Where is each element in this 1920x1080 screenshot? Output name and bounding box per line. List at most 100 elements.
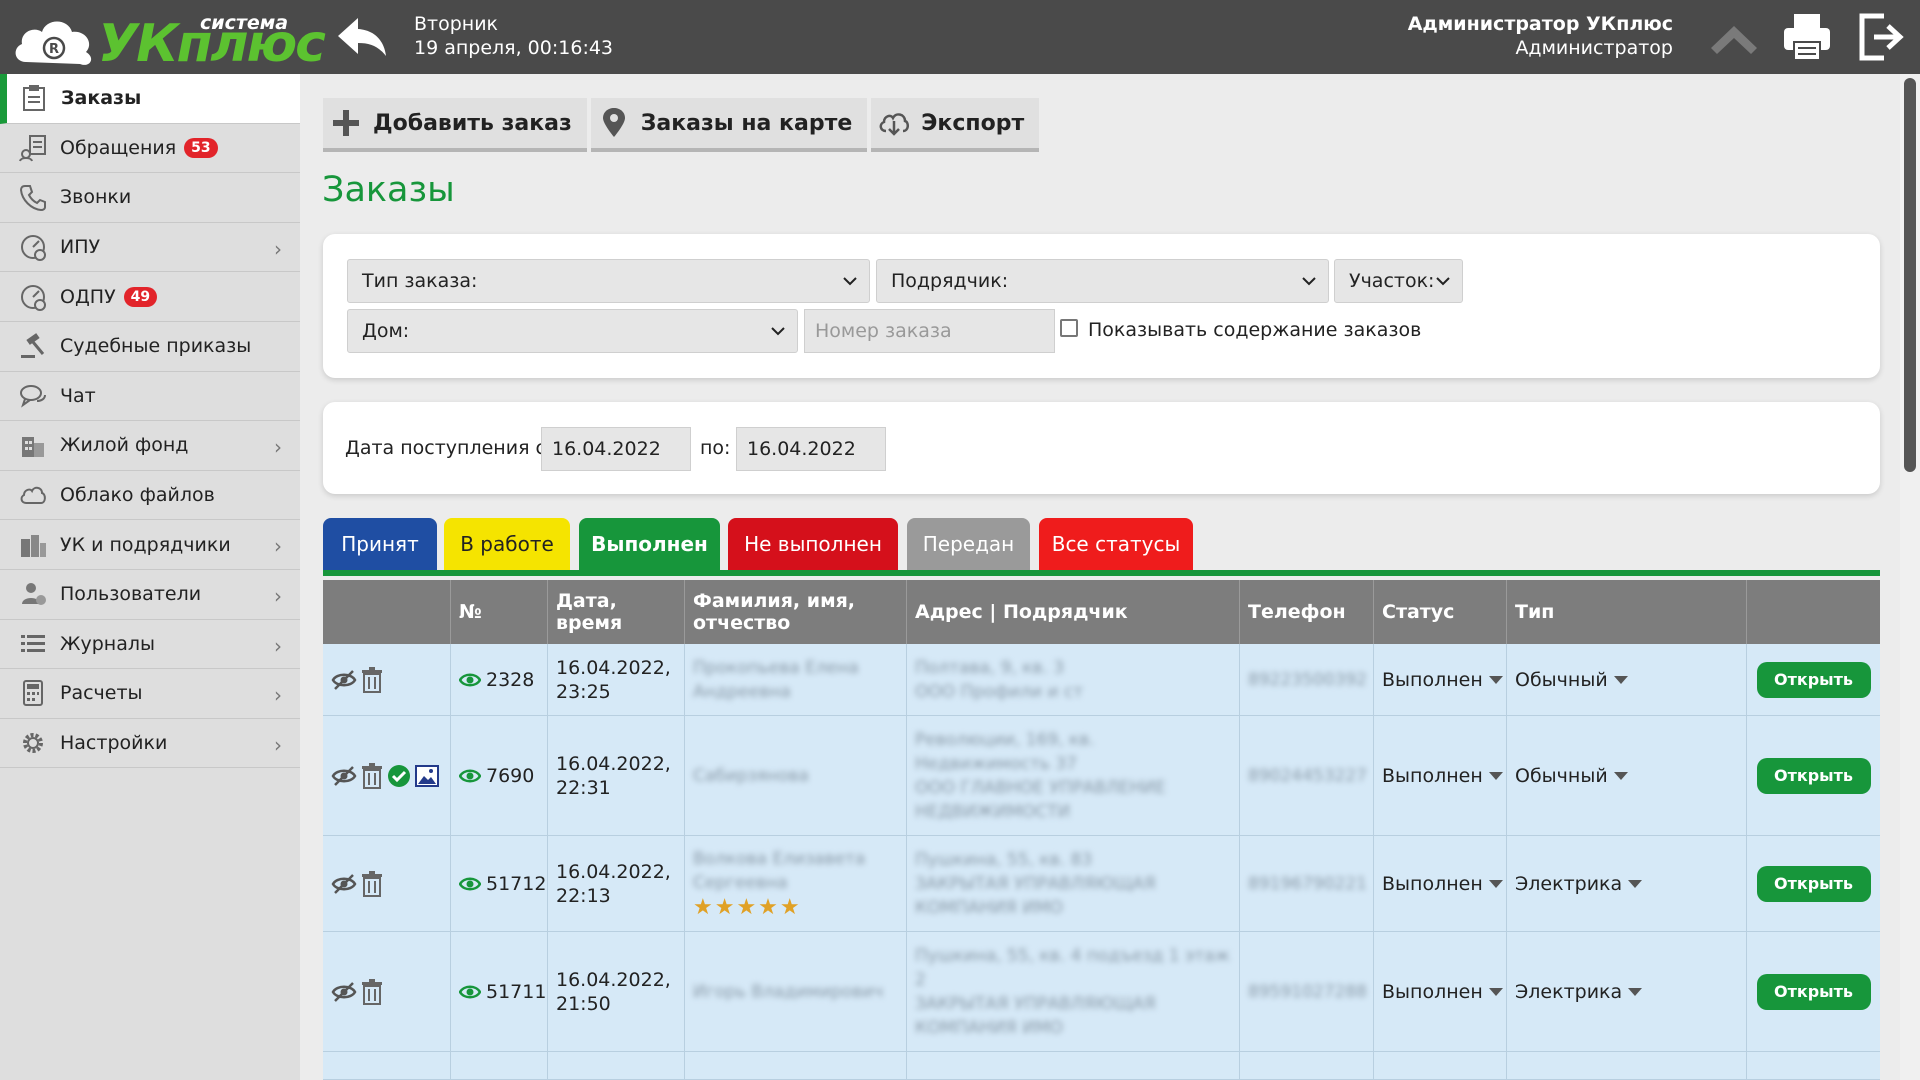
type-dropdown[interactable]: Электрика xyxy=(1515,873,1643,895)
tab-accepted[interactable]: Принят xyxy=(323,518,437,570)
sidebar-item-companies[interactable]: УК и подрядчики › xyxy=(0,520,300,570)
request-icon xyxy=(18,133,48,163)
check-circle-icon[interactable] xyxy=(387,764,411,788)
orders-map-button[interactable]: Заказы на карте xyxy=(590,98,868,152)
hide-eye-icon[interactable] xyxy=(331,981,357,1003)
area-label: Участок: xyxy=(1349,270,1435,292)
user-info[interactable]: Администратор УКплюс Администратор xyxy=(1408,12,1673,60)
status-dropdown[interactable]: Выполнен xyxy=(1382,873,1503,895)
type-dropdown[interactable]: Обычный xyxy=(1515,669,1628,691)
house-select[interactable]: Дом: xyxy=(347,309,798,353)
sidebar-item-ipu[interactable]: ИПУ › xyxy=(0,223,300,273)
hide-eye-icon[interactable] xyxy=(331,873,357,895)
sidebar-item-settings[interactable]: Настройки › xyxy=(0,719,300,769)
column-header-number[interactable]: № xyxy=(451,580,548,644)
sidebar-item-requests[interactable]: Обращения 53 xyxy=(0,124,300,174)
sidebar-item-chat[interactable]: Чат xyxy=(0,372,300,422)
sidebar-item-court-orders[interactable]: Судебные приказы xyxy=(0,322,300,372)
type-value: Обычный xyxy=(1515,668,1608,691)
status-tabs: Принят В работе Выполнен Не выполнен Пер… xyxy=(323,518,1880,576)
back-arrow-icon[interactable] xyxy=(336,14,388,60)
name-cell: Волкова Елизавета Сергеевна ★★★★★ xyxy=(685,836,907,931)
column-header-phone[interactable]: Телефон xyxy=(1240,580,1374,644)
status-dropdown[interactable]: Выполнен xyxy=(1382,765,1503,787)
page-scrollbar[interactable] xyxy=(1900,74,1920,1080)
caret-down-icon xyxy=(1488,879,1503,888)
open-order-button[interactable]: Открыть xyxy=(1756,865,1871,902)
status-dropdown[interactable]: Выполнен xyxy=(1382,669,1503,691)
gear-icon xyxy=(18,728,48,758)
view-eye-icon[interactable] xyxy=(459,768,481,784)
date-from-input[interactable]: 16.04.2022 xyxy=(541,427,691,471)
sidebar-item-users[interactable]: Пользователи › xyxy=(0,570,300,620)
gavel-icon xyxy=(18,331,48,361)
sidebar-item-label: Жилой фонд xyxy=(60,434,189,457)
current-date: Вторник 19 апреля, 00:16:43 xyxy=(414,12,613,60)
contractor-select[interactable]: Подрядчик: xyxy=(876,259,1329,303)
trash-icon[interactable] xyxy=(361,666,383,693)
sidebar-item-housing[interactable]: Жилой фонд › xyxy=(0,421,300,471)
type-dropdown[interactable]: Обычный xyxy=(1515,765,1628,787)
meter-icon xyxy=(18,232,48,262)
calculator-icon xyxy=(18,678,48,708)
address-text: Полтава, 9, кв. 3 xyxy=(915,657,1065,678)
type-value: Электрика xyxy=(1515,980,1623,1003)
address-cell: Полтава, 9, кв. 3 ООО Профили и ст xyxy=(907,644,1240,715)
view-eye-icon[interactable] xyxy=(459,984,481,1000)
image-icon[interactable] xyxy=(415,764,439,788)
view-eye-icon[interactable] xyxy=(459,672,481,688)
column-header-datetime[interactable]: Дата, время xyxy=(548,580,685,644)
caret-down-icon xyxy=(1488,771,1503,780)
status-dropdown[interactable]: Выполнен xyxy=(1382,981,1503,1003)
tab-transferred[interactable]: Передан xyxy=(907,518,1030,570)
open-cell xyxy=(1747,1052,1880,1079)
order-number-input[interactable]: Номер заказа xyxy=(804,309,1055,353)
sidebar-item-file-cloud[interactable]: Облако файлов xyxy=(0,471,300,521)
tab-completed[interactable]: Выполнен xyxy=(579,518,720,570)
order-type-select[interactable]: Тип заказа: xyxy=(347,259,870,303)
hide-eye-icon[interactable] xyxy=(331,669,357,691)
tab-not-completed[interactable]: Не выполнен xyxy=(728,518,898,570)
open-order-button[interactable]: Открыть xyxy=(1756,661,1871,698)
app-logo[interactable]: R система УКплюс xyxy=(12,6,326,70)
area-select[interactable]: Участок: xyxy=(1334,259,1463,303)
trash-icon[interactable] xyxy=(361,762,383,789)
hide-eye-icon[interactable] xyxy=(331,765,357,787)
column-header-address[interactable]: Адрес | Подрядчик xyxy=(907,580,1240,644)
open-order-button[interactable]: Открыть xyxy=(1756,973,1871,1010)
chevron-down-icon xyxy=(843,277,857,286)
sidebar-item-journals[interactable]: Журналы › xyxy=(0,620,300,670)
chevron-right-icon: › xyxy=(274,583,282,608)
cloud-logo-icon: R xyxy=(15,21,92,65)
view-eye-icon[interactable] xyxy=(459,876,481,892)
order-number: 51712 xyxy=(486,872,547,895)
sidebar-item-calculations[interactable]: Расчеты › xyxy=(0,669,300,719)
sidebar-item-calls[interactable]: Звонки xyxy=(0,173,300,223)
logout-icon[interactable] xyxy=(1854,10,1908,64)
column-header-type[interactable]: Тип xyxy=(1507,580,1747,644)
date-from-label: Дата поступления с: xyxy=(345,437,553,459)
user-name: Администратор УКплюс xyxy=(1407,13,1673,35)
export-button[interactable]: Экспорт xyxy=(871,98,1040,152)
cloud-icon xyxy=(18,480,48,510)
tab-all-statuses[interactable]: Все статусы xyxy=(1039,518,1193,570)
column-header-name[interactable]: Фамилия, имя, отчество xyxy=(685,580,907,644)
column-header-status[interactable]: Статус xyxy=(1374,580,1507,644)
trash-icon[interactable] xyxy=(361,870,383,897)
open-order-button[interactable]: Открыть xyxy=(1756,757,1871,794)
sidebar-item-odpu[interactable]: ОДПУ 49 xyxy=(0,272,300,322)
order-number-cell: 7690 xyxy=(451,716,548,835)
show-content-checkbox[interactable] xyxy=(1060,319,1078,337)
print-icon[interactable] xyxy=(1780,10,1834,64)
trash-icon[interactable] xyxy=(361,978,383,1005)
sidebar-item-orders[interactable]: Заказы xyxy=(0,74,300,124)
date-to-input[interactable]: 16.04.2022 xyxy=(736,427,886,471)
tab-in-progress[interactable]: В работе xyxy=(444,518,570,570)
add-order-button[interactable]: Добавить заказ xyxy=(323,98,587,152)
status-value: Выполнен xyxy=(1382,872,1483,895)
phone-text: 89196790221 xyxy=(1248,873,1367,894)
type-dropdown[interactable]: Электрика xyxy=(1515,980,1643,1003)
scrollbar-thumb[interactable] xyxy=(1904,78,1916,472)
chevron-up-icon[interactable] xyxy=(1707,10,1761,64)
contractor-text: ЗАКРЫТАЯ УПРАВЛЯЮЩАЯ КОМПАНИЯ ИМО xyxy=(915,873,1156,918)
